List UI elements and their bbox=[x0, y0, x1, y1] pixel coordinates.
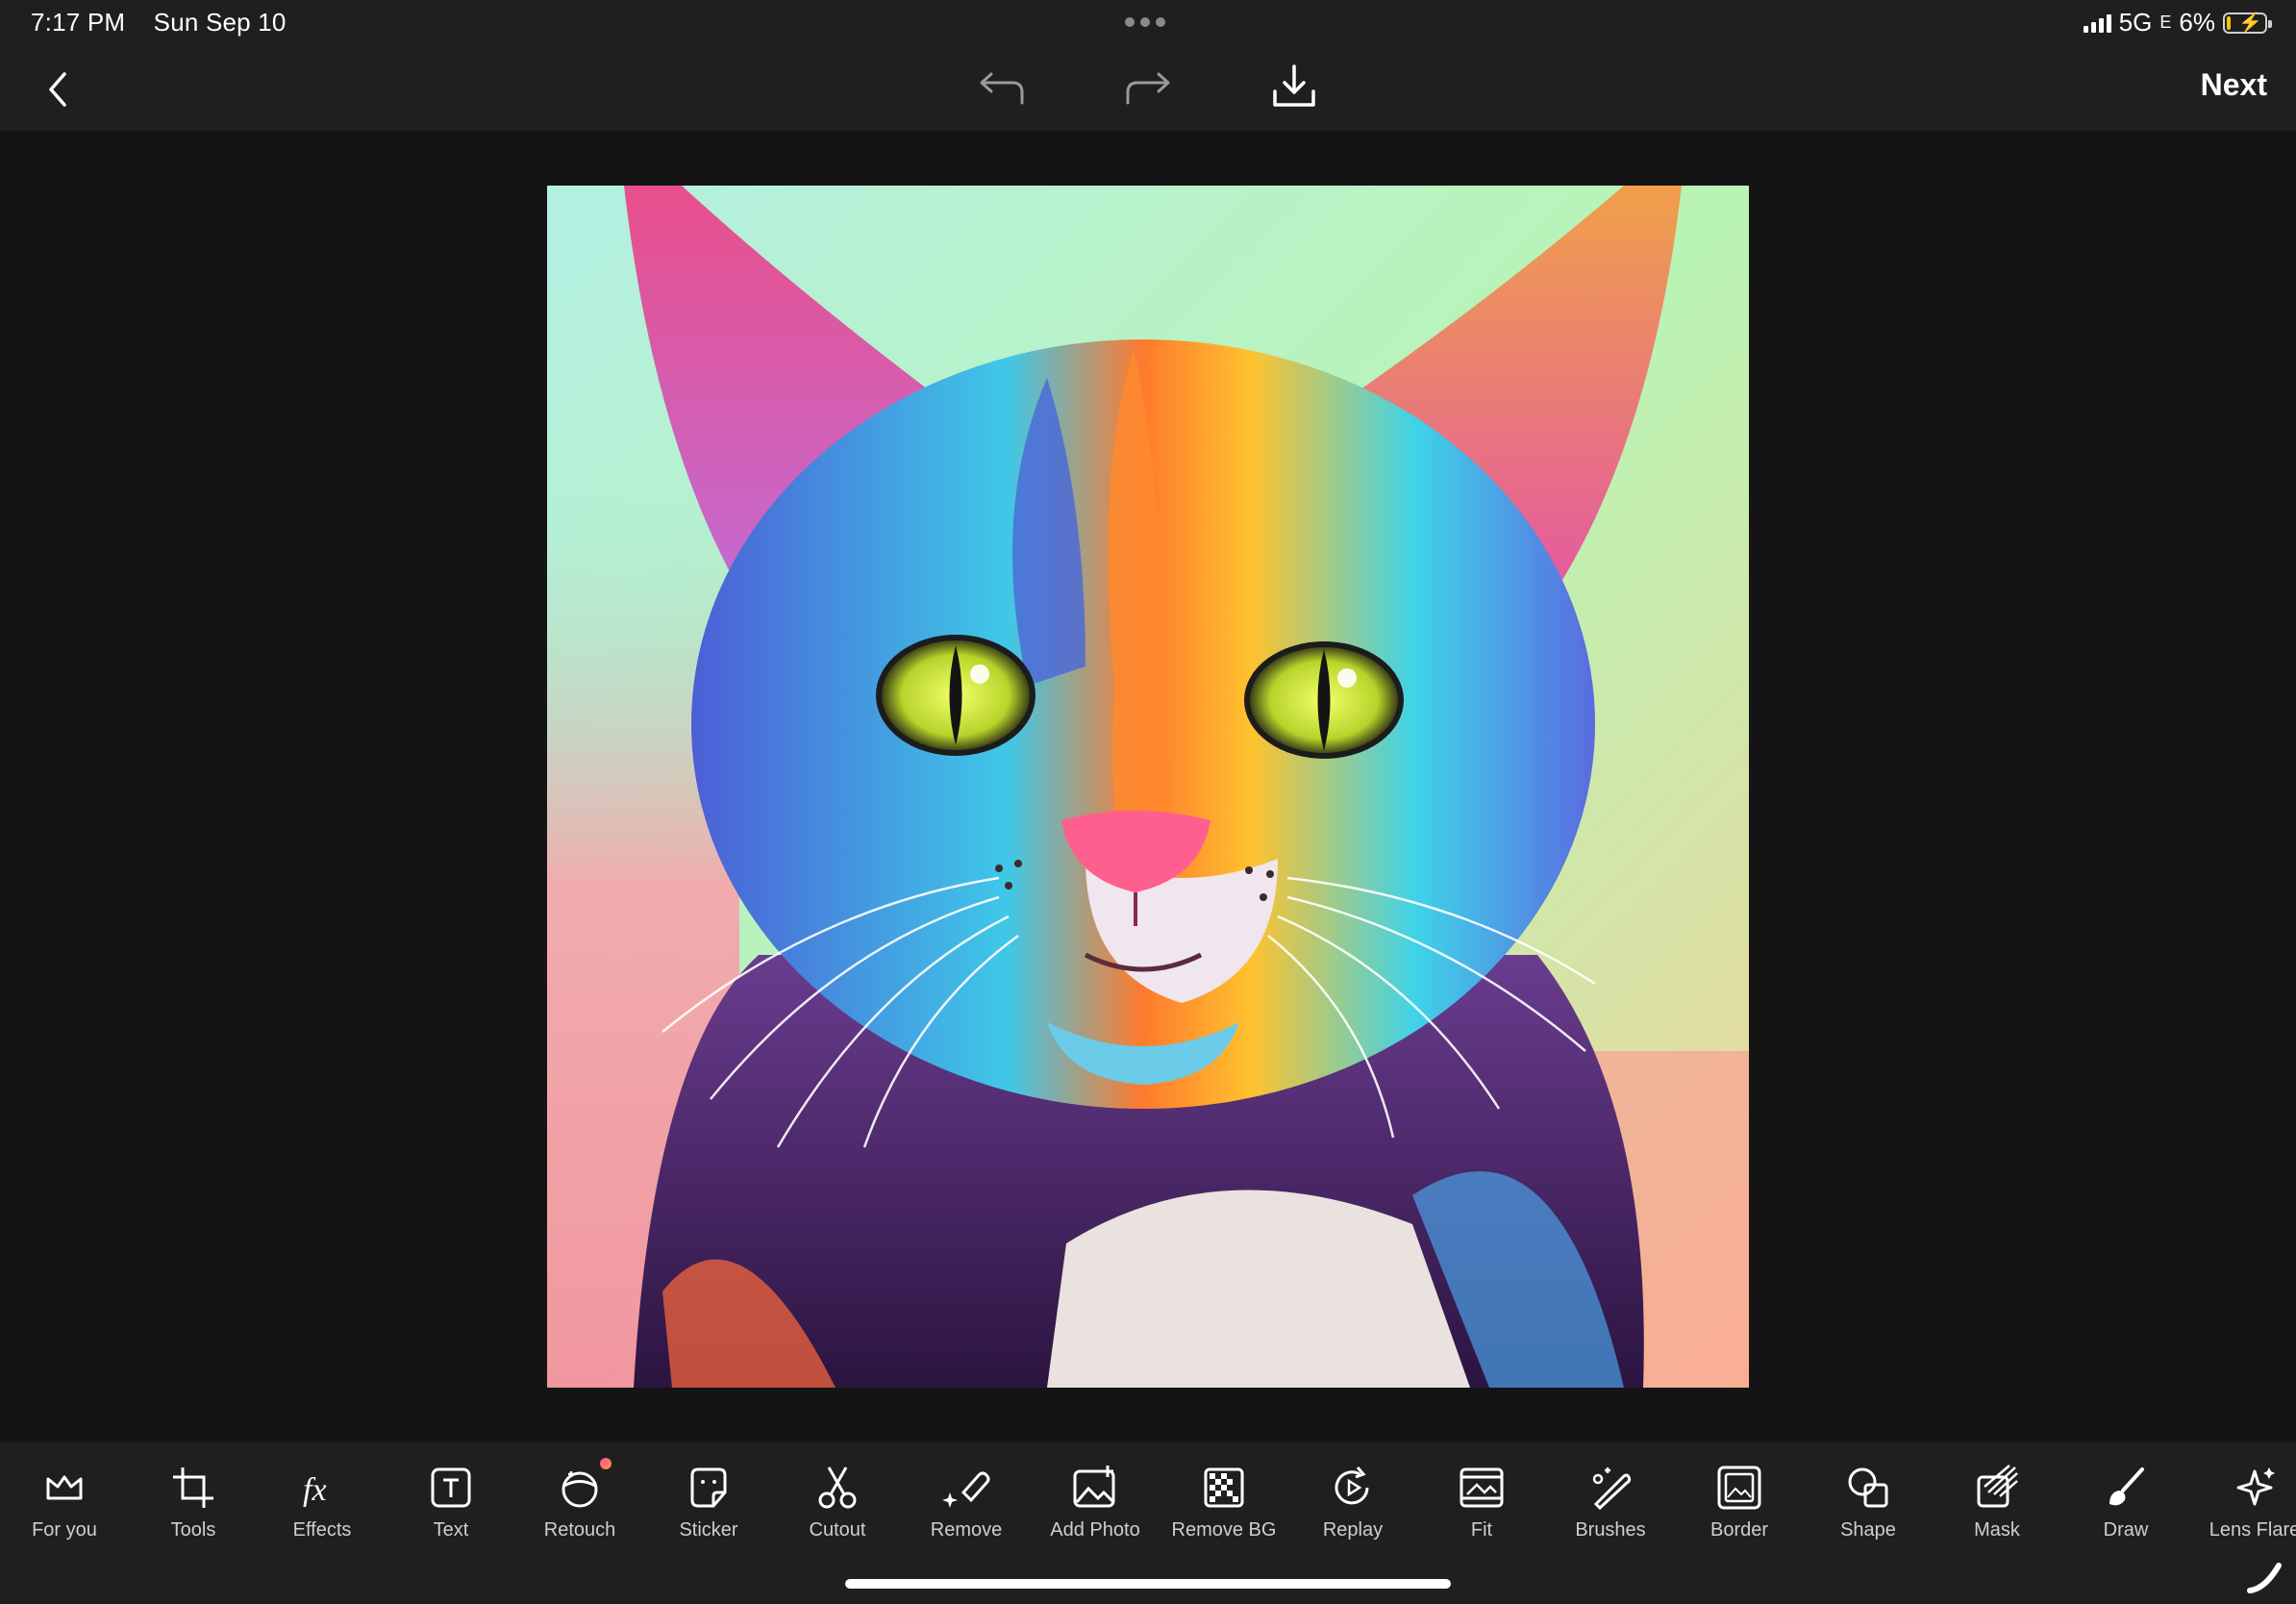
tool-label: For you bbox=[32, 1519, 97, 1541]
remove-bg-icon bbox=[1204, 1467, 1244, 1508]
network-subtype: E bbox=[2159, 13, 2172, 32]
tool-label: Draw bbox=[2103, 1519, 2149, 1541]
tool-label: Add Photo bbox=[1050, 1519, 1140, 1541]
redo-button[interactable] bbox=[1121, 63, 1175, 112]
network-type: 5G bbox=[2118, 8, 2153, 37]
tool-label: Brushes bbox=[1575, 1519, 1646, 1541]
status-bar-right: 5G E 6% ⚡ bbox=[2083, 8, 2272, 38]
tool-draw[interactable]: Draw bbox=[2061, 1464, 2190, 1552]
multitasking-dots[interactable] bbox=[1125, 17, 1165, 27]
text-icon bbox=[431, 1467, 471, 1508]
tool-label: Mask bbox=[1974, 1519, 2020, 1541]
tool-sticker[interactable]: Sticker bbox=[644, 1464, 773, 1552]
tool-label: Retouch bbox=[543, 1519, 616, 1541]
tool-label: Cutout bbox=[809, 1519, 866, 1541]
tool-cutout[interactable]: Cutout bbox=[773, 1464, 902, 1552]
tool-label: Tools bbox=[170, 1519, 216, 1541]
canvas-photo[interactable] bbox=[547, 186, 1749, 1388]
retouch-face-icon bbox=[562, 1471, 598, 1508]
shape-icon bbox=[1848, 1467, 1888, 1508]
battery-percent: 6% bbox=[2179, 8, 2215, 37]
status-date: Sun Sep 10 bbox=[153, 8, 287, 37]
eraser-icon bbox=[942, 1471, 990, 1508]
status-bar-left: 7:17 PM Sun Sep 10 bbox=[31, 8, 308, 38]
svg-text:fx: fx bbox=[303, 1472, 327, 1508]
tool-label: Shape bbox=[1840, 1519, 1896, 1541]
top-bar: 7:17 PM Sun Sep 10 5G E 6% ⚡ Next bbox=[0, 0, 2296, 131]
chevron-left-icon bbox=[49, 72, 66, 107]
brush-icon bbox=[2109, 1467, 2144, 1506]
tool-label: Border bbox=[1710, 1519, 1769, 1541]
tool-effects[interactable]: fx Effects bbox=[258, 1464, 387, 1552]
tool-label: Effects bbox=[292, 1519, 352, 1541]
tool-remove-bg[interactable]: Remove BG bbox=[1160, 1464, 1288, 1552]
magic-wand-icon bbox=[1592, 1467, 1632, 1511]
new-badge bbox=[600, 1458, 611, 1469]
tool-retouch[interactable]: Retouch bbox=[515, 1458, 644, 1552]
tool-label: Lens Flare bbox=[2209, 1519, 2296, 1541]
tool-fit[interactable]: Fit bbox=[1417, 1464, 1546, 1552]
tool-replay[interactable]: Replay bbox=[1288, 1464, 1417, 1552]
redo-icon bbox=[1126, 72, 1170, 105]
border-icon bbox=[1717, 1466, 1761, 1510]
tool-add-photo[interactable]: Add Photo bbox=[1031, 1464, 1160, 1552]
pencil-scribble-icon bbox=[2247, 1563, 2282, 1593]
lens-flare-icon bbox=[2236, 1467, 2275, 1506]
tool-label: Text bbox=[433, 1519, 469, 1541]
download-button[interactable] bbox=[1267, 60, 1321, 113]
replay-icon bbox=[1335, 1466, 1369, 1505]
rainbow-cat-image bbox=[547, 186, 1749, 1388]
battery-icon: ⚡ bbox=[2223, 12, 2272, 34]
tool-label: Replay bbox=[1322, 1519, 1384, 1541]
tool-brushes[interactable]: Brushes bbox=[1546, 1464, 1675, 1552]
tool-lens-flare[interactable]: Lens Flare bbox=[2190, 1464, 2296, 1552]
fit-icon bbox=[1460, 1467, 1504, 1508]
tool-label: Remove bbox=[930, 1519, 1003, 1541]
tool-text[interactable]: Text bbox=[387, 1464, 515, 1552]
tool-remove[interactable]: Remove bbox=[902, 1464, 1031, 1552]
home-indicator[interactable] bbox=[845, 1579, 1451, 1589]
crown-icon bbox=[46, 1475, 83, 1500]
tool-label: Remove BG bbox=[1171, 1519, 1277, 1541]
tool-label: Fit bbox=[1470, 1519, 1493, 1541]
next-button[interactable]: Next bbox=[2201, 67, 2267, 103]
signal-icon bbox=[2083, 13, 2111, 33]
tool-mask[interactable]: Mask bbox=[1933, 1464, 2061, 1552]
scissors-icon bbox=[818, 1466, 857, 1509]
add-photo-icon bbox=[1073, 1466, 1115, 1508]
fx-icon: fx bbox=[303, 1472, 327, 1508]
crop-icon bbox=[173, 1467, 213, 1508]
mask-icon bbox=[1977, 1465, 2018, 1508]
tool-tools[interactable]: Tools bbox=[129, 1464, 258, 1552]
tool-strip[interactable]: For you Tools fx Effects Text Retouch St… bbox=[0, 1458, 2296, 1552]
tool-for-you[interactable]: For you bbox=[0, 1464, 129, 1552]
undo-button[interactable] bbox=[975, 63, 1029, 112]
tool-shape[interactable]: Shape bbox=[1804, 1464, 1933, 1552]
sticker-icon bbox=[690, 1467, 727, 1508]
back-button[interactable] bbox=[37, 65, 79, 113]
status-time: 7:17 PM bbox=[31, 8, 126, 37]
tool-label: Sticker bbox=[679, 1519, 738, 1541]
download-icon bbox=[1273, 64, 1315, 107]
undo-icon bbox=[980, 72, 1024, 105]
tool-border[interactable]: Border bbox=[1675, 1464, 1804, 1552]
